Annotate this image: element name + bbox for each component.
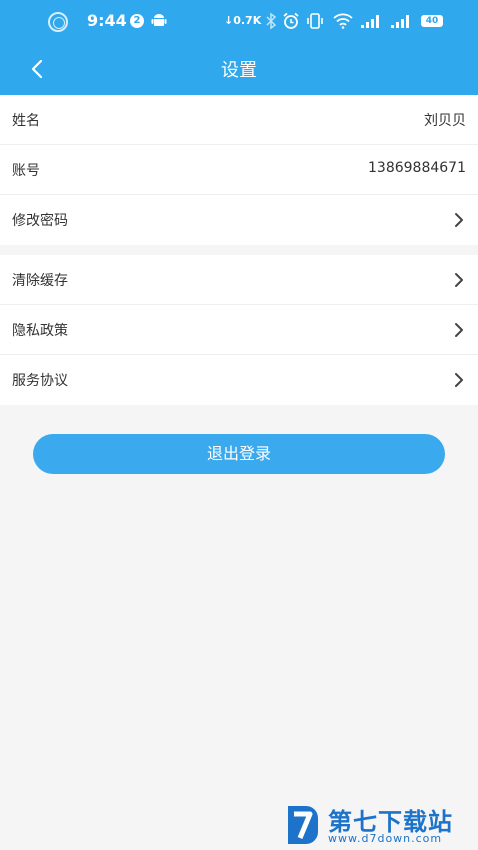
logout-button[interactable]: 退出登录: [33, 434, 445, 474]
service-agreement-label: 服务协议: [12, 373, 68, 389]
notification-badge: 2: [130, 14, 144, 28]
brand-logo-icon: [288, 806, 318, 844]
android-icon: [151, 14, 167, 26]
service-agreement-row[interactable]: 服务协议: [0, 355, 478, 405]
change-password-label: 修改密码: [12, 213, 68, 229]
record-icon: [48, 12, 68, 32]
clear-cache-label: 清除缓存: [12, 273, 68, 289]
battery-icon: 40: [421, 15, 443, 27]
net-speed-value: 0.7K: [233, 14, 262, 27]
change-password-row[interactable]: 修改密码: [0, 195, 478, 245]
vibrate-icon: [307, 13, 323, 29]
name-row: 姓名 刘贝贝: [0, 95, 478, 145]
alarm-icon: [283, 12, 299, 29]
name-label: 姓名: [12, 113, 40, 129]
watermark: 第七下载站 www.d7down.com: [282, 800, 478, 850]
net-speed: ↓0.7K: [224, 14, 262, 27]
wifi-icon: [333, 13, 353, 29]
signal-icon-2: [391, 15, 409, 28]
app-header: 9:44 2 ↓0.7K 40 设置: [0, 0, 478, 95]
chevron-right-icon: [455, 373, 463, 387]
privacy-policy-row[interactable]: 隐私政策: [0, 305, 478, 355]
bluetooth-icon: [266, 12, 277, 30]
misc-group: 清除缓存 隐私政策 服务协议: [0, 255, 478, 405]
page-title: 设置: [221, 60, 257, 81]
clear-cache-row[interactable]: 清除缓存: [0, 255, 478, 305]
account-row: 账号 13869884671: [0, 145, 478, 195]
account-value: 13869884671: [368, 160, 466, 176]
privacy-policy-label: 隐私政策: [12, 323, 68, 339]
signal-icon: [361, 15, 379, 28]
account-label: 账号: [12, 163, 40, 179]
name-value: 刘贝贝: [424, 113, 466, 129]
chevron-right-icon: [455, 213, 463, 227]
status-time: 9:44: [87, 11, 127, 30]
profile-group: 姓名 刘贝贝 账号 13869884671 修改密码: [0, 95, 478, 245]
status-bar: 9:44 2 ↓0.7K 40: [0, 0, 478, 44]
chevron-right-icon: [455, 323, 463, 337]
watermark-url: www.d7down.com: [328, 832, 443, 845]
chevron-right-icon: [455, 273, 463, 287]
